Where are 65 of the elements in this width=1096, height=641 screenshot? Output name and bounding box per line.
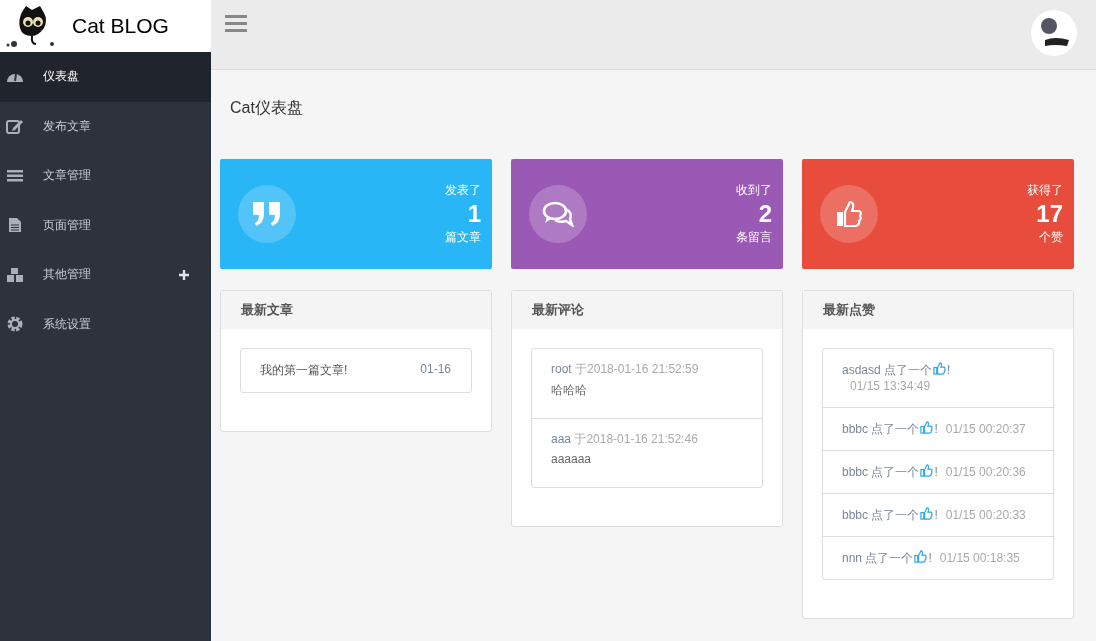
like-suffix: ! — [947, 363, 951, 377]
like-action: 点了一个 — [865, 551, 914, 565]
panel-title: 最新文章 — [241, 301, 293, 319]
speech-bubbles-icon — [542, 201, 574, 227]
like-time: 01/15 00:20:36 — [945, 464, 1026, 480]
stat-value: 1 — [467, 200, 481, 228]
like-action: 点了一个 — [884, 363, 933, 377]
comment-text: aaaaaa — [551, 452, 593, 466]
article-title: 我的第一篇文章! — [260, 362, 348, 379]
stat-unit: 个赞 — [1039, 229, 1063, 246]
like-time: 01/15 00:18:35 — [939, 550, 1020, 566]
quote-icon — [252, 201, 282, 227]
menu-icon[interactable] — [225, 14, 247, 32]
like-action: 点了一个 — [871, 465, 920, 479]
avatar[interactable] — [1031, 10, 1077, 56]
like-action: 点了一个 — [871, 508, 920, 522]
sidebar-item[interactable]: 仪表盘 — [0, 52, 211, 102]
comment-time: 于2018-01-16 21:52:46 — [574, 432, 698, 446]
like-time: 01/15 13:34:49 — [850, 378, 931, 394]
stat-label: 获得了 — [1027, 182, 1063, 199]
like-user: bbbc — [842, 465, 869, 479]
thumbs-up-icon — [920, 421, 934, 434]
comment-author: aaa — [551, 432, 572, 446]
sidebar-item[interactable]: 文章管理 — [0, 151, 211, 201]
settings-icon — [6, 316, 24, 333]
comment-author: root — [551, 362, 572, 376]
comment-text: 哈哈哈 — [551, 382, 588, 399]
thumbs-up-icon — [914, 550, 928, 563]
stat-unit: 条留言 — [736, 229, 772, 246]
stat-label: 发表了 — [445, 182, 481, 199]
like-time: 01/15 00:20:33 — [945, 507, 1026, 523]
stat-value: 17 — [1036, 200, 1063, 228]
like-suffix: ! — [934, 465, 938, 479]
sidebar-item[interactable]: 其他管理 — [0, 250, 211, 300]
article-item[interactable]: 我的第一篇文章! 01-16 — [241, 349, 471, 392]
comment-time: 于2018-01-16 21:52:59 — [575, 362, 699, 376]
document-icon — [6, 217, 24, 234]
thumbs-up-icon — [920, 507, 934, 520]
thumbs-up-icon — [933, 362, 947, 375]
sidebar-item[interactable]: 系统设置 — [0, 299, 211, 349]
panel-title: 最新点赞 — [823, 301, 875, 319]
like-suffix: ! — [934, 508, 938, 522]
page-title: Cat仪表盘 — [229, 98, 304, 118]
plus-icon — [179, 269, 189, 280]
site-title: Cat BLOG — [72, 14, 169, 38]
sidebar-item[interactable]: 页面管理 — [0, 200, 211, 250]
like-suffix: ! — [934, 422, 938, 436]
stat-label: 收到了 — [736, 182, 772, 199]
like-user: bbbc — [842, 422, 869, 436]
like-user: bbbc — [842, 508, 869, 522]
like-user: asdasd — [842, 363, 881, 377]
list-icon — [6, 167, 24, 184]
sidebar-item[interactable]: 发布文章 — [0, 101, 211, 151]
like-action: 点了一个 — [871, 422, 920, 436]
article-date: 01-16 — [420, 362, 451, 378]
cubes-icon — [6, 266, 24, 283]
thumbs-up-icon — [920, 464, 934, 477]
like-suffix: ! — [928, 551, 932, 565]
stat-unit: 篇文章 — [445, 229, 481, 246]
stat-value: 2 — [758, 200, 772, 228]
like-time: 01/15 00:20:37 — [945, 421, 1026, 437]
like-user: nnn — [842, 551, 863, 565]
edit-icon — [6, 118, 24, 135]
panel-title: 最新评论 — [532, 301, 584, 319]
thumbs-up-icon — [836, 200, 862, 228]
